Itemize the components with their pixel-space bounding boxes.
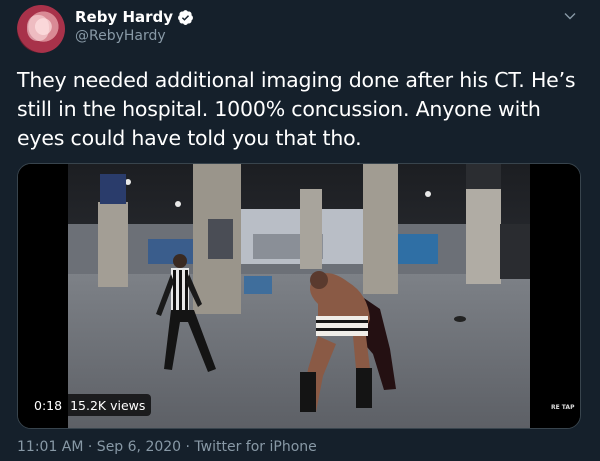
chevron-down-icon[interactable] xyxy=(563,9,577,23)
video-views: 15.2K views xyxy=(70,397,146,413)
handle[interactable]: @RebyHardy xyxy=(75,28,166,44)
tweet-text: They needed additional imaging done afte… xyxy=(17,68,576,150)
avatar[interactable] xyxy=(17,5,65,53)
video-elapsed: 0:18 xyxy=(34,397,63,413)
video-info-badge: 0:18 15.2K views xyxy=(28,394,152,416)
video-player[interactable]: 0:18 15.2K views RE TAP xyxy=(17,163,581,429)
display-name[interactable]: Reby Hardy xyxy=(75,8,173,26)
author-name-row[interactable]: Reby Hardy xyxy=(75,8,194,26)
tweet-meta[interactable]: 11:01 AM · Sep 6, 2020 · Twitter for iPh… xyxy=(17,439,317,455)
video-frame xyxy=(18,164,580,428)
verified-badge-icon xyxy=(178,9,193,25)
video-watermark: RE TAP xyxy=(551,404,575,411)
